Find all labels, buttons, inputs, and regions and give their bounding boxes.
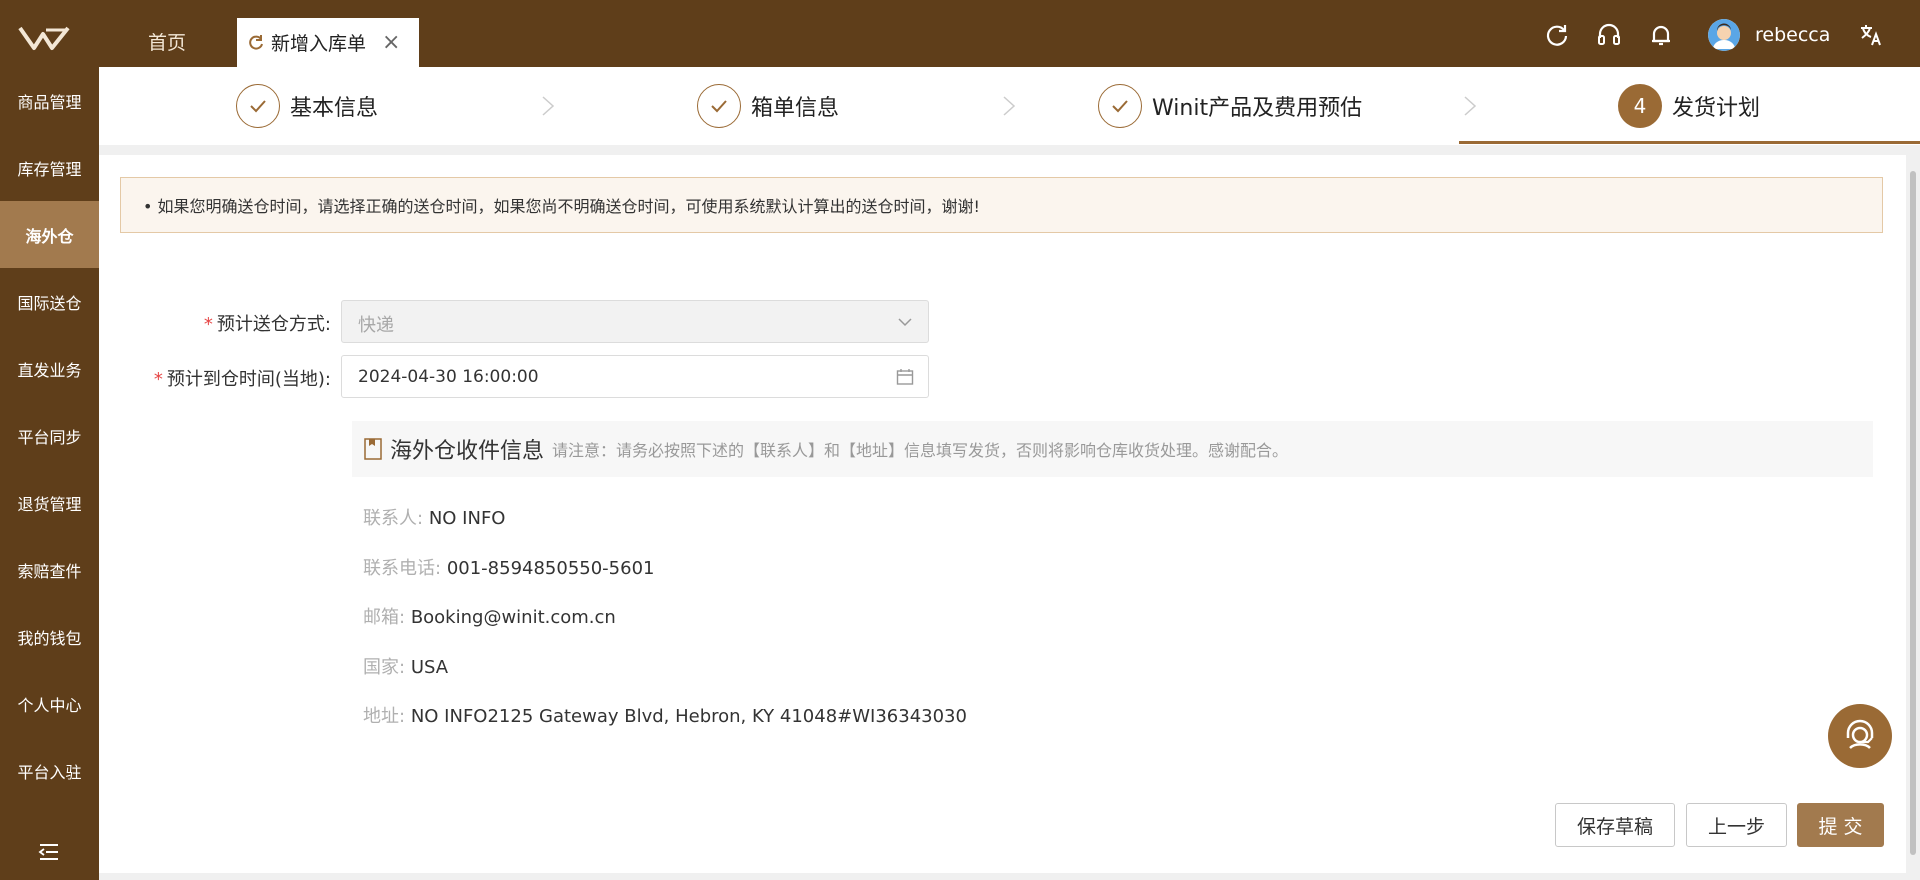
check-icon (1098, 84, 1142, 128)
step-basic-info[interactable]: 基本信息 (236, 84, 378, 128)
support-agent-icon (1846, 719, 1874, 749)
save-draft-button[interactable]: 保存草稿 (1555, 803, 1675, 847)
step-progress-bar: 基本信息 箱单信息 Winit产品及费用预估 4 发货计划 (99, 67, 1920, 145)
bell-icon[interactable] (1648, 22, 1674, 48)
email-value: Booking@winit.com.cn (410, 607, 616, 628)
tab-label: 新增入库单 (271, 33, 367, 55)
receiver-info-header: 海外仓收件信息 请注意：请务必按照下述的【联系人】和【地址】信息填写发货，否则将… (352, 421, 1873, 477)
receiver-info-title: 海外仓收件信息 (390, 439, 545, 464)
logo-icon[interactable] (16, 20, 82, 56)
step-shipping-plan[interactable]: 4 发货计划 (1618, 84, 1760, 128)
chevron-down-icon (898, 318, 912, 327)
main-panel: • 如果您明确送仓时间，请选择正确的送仓时间，如果您尚不明确送仓时间，可使用系统… (99, 155, 1906, 873)
chevron-right-icon (542, 96, 555, 116)
phone-value: 001-8594850550-5601 (446, 558, 655, 579)
sidebar-item-platform-onboarding[interactable]: 平台入驻 (0, 737, 99, 804)
arrival-time-label: * 预计到仓时间(当地): (99, 365, 331, 391)
close-icon[interactable]: × (382, 31, 400, 54)
sidebar-item-overseas-warehouse[interactable]: 海外仓 (0, 201, 99, 268)
collapse-menu-icon[interactable] (38, 842, 60, 862)
phone-key: 联系电话: (363, 558, 442, 579)
chevron-right-icon (1003, 96, 1016, 116)
delivery-method-select[interactable]: 快递 (341, 300, 929, 343)
step-number: 4 (1618, 84, 1662, 128)
avatar[interactable] (1708, 19, 1740, 51)
step-label: Winit产品及费用预估 (1152, 96, 1363, 121)
check-icon (697, 84, 741, 128)
top-bar: 首页 新增入库单 × rebecca (0, 0, 1920, 67)
phone-row: 联系电话: 001-8594850550-5601 (363, 554, 655, 580)
delivery-method-label-text: 预计送仓方式: (216, 314, 331, 335)
refresh-icon[interactable] (1544, 22, 1570, 48)
sidebar-item-direct-shipping[interactable]: 直发业务 (0, 335, 99, 402)
sidebar-item-returns[interactable]: 退货管理 (0, 469, 99, 536)
submit-button[interactable]: 提 交 (1797, 803, 1884, 847)
sidebar-item-wallet[interactable]: 我的钱包 (0, 603, 99, 670)
sidebar-item-profile[interactable]: 个人中心 (0, 670, 99, 737)
required-mark: * (153, 369, 163, 390)
receiver-info-note: 请注意：请务必按照下述的【联系人】和【地址】信息填写发货，否则将影响仓库收货处理… (552, 441, 1289, 460)
address-row: 地址: NO INFO2125 Gateway Blvd, Hebron, KY… (363, 702, 967, 728)
email-row: 邮箱: Booking@winit.com.cn (363, 603, 616, 629)
sidebar-item-claims[interactable]: 索赔查件 (0, 536, 99, 603)
sidebar-item-platform-sync[interactable]: 平台同步 (0, 402, 99, 469)
country-value: USA (410, 657, 449, 678)
active-step-underline (1459, 141, 1920, 144)
refresh-spinner-icon (249, 34, 263, 50)
arrival-time-value: 2024-04-30 16:00:00 (358, 367, 539, 387)
tab-new-inbound-order[interactable]: 新增入库单 × (237, 18, 419, 67)
address-key: 地址: (363, 706, 406, 727)
contact-row: 联系人: NO INFO (363, 504, 505, 530)
step-label: 基本信息 (290, 96, 379, 121)
scrollbar[interactable] (1908, 155, 1918, 873)
calendar-icon[interactable] (896, 368, 914, 386)
step-label: 发货计划 (1672, 96, 1761, 121)
tab-home[interactable]: 首页 (148, 28, 186, 55)
step-winit-product-fees[interactable]: Winit产品及费用预估 (1098, 84, 1362, 128)
contact-key: 联系人: (363, 508, 424, 529)
address-value: NO INFO2125 Gateway Blvd, Hebron, KY 410… (410, 706, 967, 727)
sidebar-item-products[interactable]: 商品管理 (0, 67, 99, 134)
step-packing-list[interactable]: 箱单信息 (697, 84, 839, 128)
email-key: 邮箱: (363, 607, 406, 628)
translate-icon[interactable] (1858, 22, 1884, 48)
sidebar-item-intl-delivery[interactable]: 国际送仓 (0, 268, 99, 335)
headset-icon[interactable] (1596, 22, 1622, 48)
chevron-right-icon (1464, 96, 1477, 116)
delivery-method-label: * 预计送仓方式: (99, 310, 331, 336)
previous-step-button[interactable]: 上一步 (1686, 803, 1787, 847)
contact-value: NO INFO (428, 508, 506, 529)
arrival-time-label-text: 预计到仓时间(当地): (166, 369, 331, 390)
username[interactable]: rebecca (1755, 24, 1830, 46)
step-label: 箱单信息 (751, 96, 840, 121)
sidebar-item-inventory[interactable]: 库存管理 (0, 134, 99, 201)
arrival-time-picker[interactable]: 2024-04-30 16:00:00 (341, 355, 929, 398)
country-row: 国家: USA (363, 653, 448, 679)
scrollbar-thumb[interactable] (1910, 171, 1916, 855)
customer-service-button[interactable] (1828, 704, 1892, 768)
sidebar: 商品管理 库存管理 海外仓 国际送仓 直发业务 平台同步 退货管理 索赔查件 我… (0, 67, 99, 880)
check-icon (236, 84, 280, 128)
delivery-method-value: 快递 (358, 315, 394, 336)
notice-banner: • 如果您明确送仓时间，请选择正确的送仓时间，如果您尚不明确送仓时间，可使用系统… (120, 177, 1883, 233)
document-icon (364, 438, 382, 460)
country-key: 国家: (363, 657, 406, 678)
required-mark: * (203, 314, 213, 335)
